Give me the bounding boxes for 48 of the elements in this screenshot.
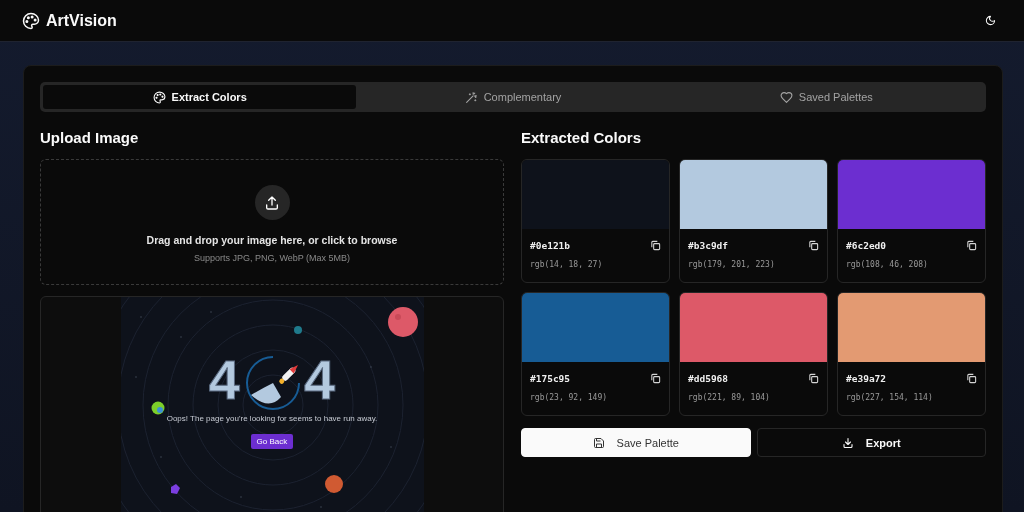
export-button[interactable]: Export	[756, 428, 986, 457]
tab[interactable]: Saved Palettes	[669, 85, 983, 109]
hex-code: #6c2ed0	[846, 240, 887, 251]
rgb-value: rgb(23, 92, 149)	[530, 393, 609, 402]
rgb-value: rgb(108, 46, 208)	[846, 260, 929, 269]
hex-code: #dd5968	[688, 373, 729, 384]
copy-icon	[650, 240, 661, 251]
upload-button[interactable]	[254, 185, 290, 220]
upload-hint: Supports JPG, PNG, WebP (Max 5MB)	[193, 253, 351, 263]
upload-prompt: Drag and drop your image here, or click to browse	[146, 234, 398, 246]
heart-icon	[779, 90, 793, 104]
download-icon	[841, 436, 854, 449]
illustration-digit: 4	[304, 352, 336, 408]
tab[interactable]: Complementary	[356, 85, 670, 109]
rgb-value: rgb(227, 154, 114)	[846, 393, 934, 402]
copy-icon	[966, 240, 977, 251]
copy-button[interactable]	[808, 240, 819, 251]
copy-button[interactable]	[808, 373, 819, 384]
save-palette-button[interactable]: Save Palette	[521, 428, 751, 457]
palette-logo-icon	[22, 11, 40, 30]
go-back-button[interactable]: Go Back	[250, 434, 294, 449]
hex-code: #b3c9df	[688, 240, 729, 251]
palette-icon	[152, 90, 166, 104]
upload-icon	[264, 194, 280, 211]
illustration-message: Oops! The page you're looking for seems to have run away.	[165, 414, 379, 423]
save-icon	[592, 436, 605, 449]
copy-icon	[966, 373, 977, 384]
hex-code: #e39a72	[846, 373, 887, 384]
hex-code: #175c95	[530, 373, 571, 384]
copy-button[interactable]	[650, 373, 661, 384]
section-heading: Extracted Colors	[521, 129, 643, 147]
app-title: ArtVision	[46, 11, 117, 30]
rgb-value: rgb(14, 18, 27)	[530, 260, 604, 269]
rgb-value: rgb(221, 89, 104)	[688, 393, 771, 402]
copy-button[interactable]	[650, 240, 661, 251]
tab[interactable]: Extract Colors	[43, 85, 357, 109]
rgb-value: rgb(179, 201, 223)	[688, 260, 776, 269]
copy-icon	[808, 373, 819, 384]
section-heading: Upload Image	[40, 129, 140, 147]
copy-icon	[808, 240, 819, 251]
illustration-digit: 4	[208, 352, 240, 408]
copy-icon	[650, 373, 661, 384]
copy-button[interactable]	[966, 373, 977, 384]
upload-dropzone[interactable]: Drag and drop your image here, or click to browse Supports JPG, PNG, WebP (Max 5MB)	[40, 159, 504, 285]
hex-code: #0e121b	[530, 240, 571, 251]
magic-wand-icon	[464, 90, 478, 104]
copy-button[interactable]	[966, 240, 977, 251]
moon-icon	[985, 15, 996, 26]
